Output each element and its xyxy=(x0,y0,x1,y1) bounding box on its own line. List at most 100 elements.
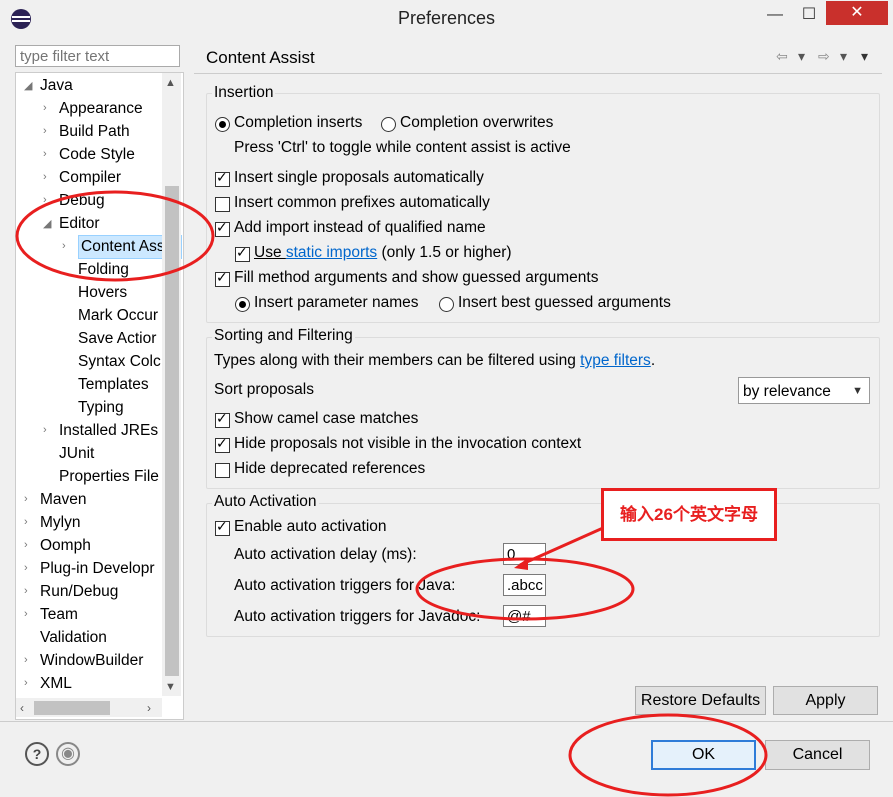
types-description: Types along with their members can be fi… xyxy=(214,352,581,369)
show-camel-checkbox[interactable] xyxy=(215,410,230,428)
tree-item[interactable]: Build Path xyxy=(59,121,130,143)
java-triggers-label: Auto activation triggers for Java: xyxy=(234,577,456,594)
insert-single-checkbox[interactable] xyxy=(215,169,230,187)
collapsed-arrow-icon[interactable]: › xyxy=(62,240,66,252)
collapsed-arrow-icon[interactable]: › xyxy=(43,171,47,183)
back-arrow-icon[interactable]: ⇦ xyxy=(776,48,788,65)
cancel-button[interactable]: Cancel xyxy=(765,740,870,770)
tree-item[interactable]: Mark Occur xyxy=(78,305,158,327)
collapsed-arrow-icon[interactable]: › xyxy=(24,516,28,528)
tree-item[interactable]: JUnit xyxy=(59,443,94,465)
static-imports-link[interactable]: static imports xyxy=(286,244,377,261)
scroll-left-icon[interactable]: ‹ xyxy=(20,701,24,715)
tree-item[interactable]: Validation xyxy=(40,627,107,649)
tree-item[interactable]: WindowBuilder xyxy=(40,650,143,672)
insert-parameter-names-radio[interactable] xyxy=(235,297,250,312)
tree-item[interactable]: Editor xyxy=(59,213,100,235)
tree-item[interactable]: Hovers xyxy=(78,282,127,304)
collapsed-arrow-icon[interactable]: › xyxy=(24,677,28,689)
expanded-arrow-icon[interactable]: ◢ xyxy=(24,79,32,92)
collapsed-arrow-icon[interactable]: › xyxy=(43,194,47,206)
insert-common-checkbox[interactable] xyxy=(215,197,230,212)
minimize-button[interactable]: — xyxy=(762,2,788,28)
sort-proposals-select[interactable]: by relevance ▼ xyxy=(738,377,870,404)
close-button[interactable]: ✕ xyxy=(826,1,888,25)
insert-parameter-names-label: Insert parameter names xyxy=(254,294,419,311)
hide-deprecated-label: Hide deprecated references xyxy=(234,460,426,477)
forward-dropdown-icon[interactable]: ▾ xyxy=(840,48,847,65)
collapsed-arrow-icon[interactable]: › xyxy=(24,585,28,597)
scroll-up-icon[interactable]: ▲ xyxy=(165,77,176,89)
header-separator xyxy=(194,73,882,74)
help-icon[interactable]: ? xyxy=(25,742,49,766)
type-filters-link[interactable]: type filters xyxy=(580,352,651,369)
preference-tree[interactable]: ◢ Java › Appearance › Build Path › Code Style › C… xyxy=(15,72,184,720)
auto-activation-group-label: Auto Activation xyxy=(212,493,319,511)
scroll-down-icon[interactable]: ▼ xyxy=(165,681,176,693)
expanded-arrow-icon[interactable]: ◢ xyxy=(43,217,51,230)
javadoc-triggers-input[interactable]: @# xyxy=(503,605,546,627)
tree-item[interactable]: Plug-in Developr xyxy=(40,558,155,580)
ok-button[interactable]: OK xyxy=(651,740,756,770)
collapsed-arrow-icon[interactable]: › xyxy=(24,562,28,574)
restore-defaults-button[interactable]: Restore Defaults xyxy=(635,686,766,715)
tree-item[interactable]: Folding xyxy=(78,259,129,281)
hide-deprecated-checkbox[interactable] xyxy=(215,463,230,478)
tree-item[interactable]: Installed JREs xyxy=(59,420,158,442)
collapsed-arrow-icon[interactable]: › xyxy=(24,654,28,666)
collapsed-arrow-icon[interactable]: › xyxy=(24,608,28,620)
java-triggers-input[interactable]: .abcc xyxy=(503,574,546,596)
collapsed-arrow-icon[interactable]: › xyxy=(43,424,47,436)
completion-inserts-label: Completion inserts xyxy=(234,114,363,131)
tree-item[interactable]: Run/Debug xyxy=(40,581,118,603)
add-import-label: Add import instead of qualified name xyxy=(234,219,486,236)
view-menu-icon[interactable]: ▾ xyxy=(861,48,868,65)
tree-item[interactable]: Compiler xyxy=(59,167,121,189)
tree-item[interactable]: Properties File xyxy=(59,466,159,488)
tree-item[interactable]: Code Style xyxy=(59,144,135,166)
completion-overwrites-label: Completion overwrites xyxy=(400,114,554,131)
tree-item[interactable]: XML xyxy=(40,673,72,695)
add-import-checkbox[interactable] xyxy=(215,219,230,237)
collapsed-arrow-icon[interactable]: › xyxy=(43,125,47,137)
tree-item[interactable]: Appearance xyxy=(59,98,143,120)
tree-item[interactable]: Team xyxy=(40,604,78,626)
tree-item[interactable]: Typing xyxy=(78,397,124,419)
tree-item[interactable]: Syntax Colc xyxy=(78,351,161,373)
maximize-button[interactable]: ☐ xyxy=(796,2,822,28)
sort-proposals-label: Sort proposals xyxy=(214,381,314,398)
insertion-group-label: Insertion xyxy=(212,84,276,102)
delay-label: Auto activation delay (ms): xyxy=(234,546,417,563)
use-prefix-text: Use xyxy=(254,244,286,261)
tree-item[interactable]: Java xyxy=(40,75,73,97)
insert-best-guessed-radio[interactable] xyxy=(439,297,454,312)
enable-auto-activation-checkbox[interactable] xyxy=(215,518,230,536)
apply-button[interactable]: Apply xyxy=(773,686,878,715)
hide-not-visible-checkbox[interactable] xyxy=(215,435,230,453)
collapsed-arrow-icon[interactable]: › xyxy=(43,102,47,114)
tree-item[interactable]: Maven xyxy=(40,489,87,511)
collapsed-arrow-icon[interactable]: › xyxy=(24,493,28,505)
completion-inserts-radio[interactable] xyxy=(215,117,230,132)
tree-item[interactable]: Save Actior xyxy=(78,328,156,350)
record-macro-icon[interactable]: ◉ xyxy=(56,742,80,766)
back-dropdown-icon[interactable]: ▾ xyxy=(798,48,805,65)
tree-item[interactable]: Debug xyxy=(59,190,105,212)
use-static-imports-checkbox[interactable] xyxy=(235,244,250,262)
collapsed-arrow-icon[interactable]: › xyxy=(43,148,47,160)
tree-item[interactable]: Oomph xyxy=(40,535,91,557)
tree-scroll-thumb[interactable] xyxy=(165,186,179,676)
use-suffix-text: (only 1.5 or higher) xyxy=(377,244,512,261)
sorting-group-label: Sorting and Filtering xyxy=(212,327,355,345)
collapsed-arrow-icon[interactable]: › xyxy=(24,539,28,551)
filter-input[interactable] xyxy=(15,45,180,67)
tree-item[interactable]: Mylyn xyxy=(40,512,80,534)
tree-item[interactable]: Templates xyxy=(78,374,149,396)
annotation-callout: 输入26个英文字母 xyxy=(601,488,777,541)
forward-arrow-icon[interactable]: ⇨ xyxy=(818,48,830,65)
fill-arguments-checkbox[interactable] xyxy=(215,269,230,287)
delay-input[interactable]: 0 xyxy=(503,543,546,565)
tree-hscroll-thumb[interactable] xyxy=(34,701,110,715)
completion-overwrites-radio[interactable] xyxy=(381,117,396,132)
scroll-right-icon[interactable]: › xyxy=(147,701,151,715)
